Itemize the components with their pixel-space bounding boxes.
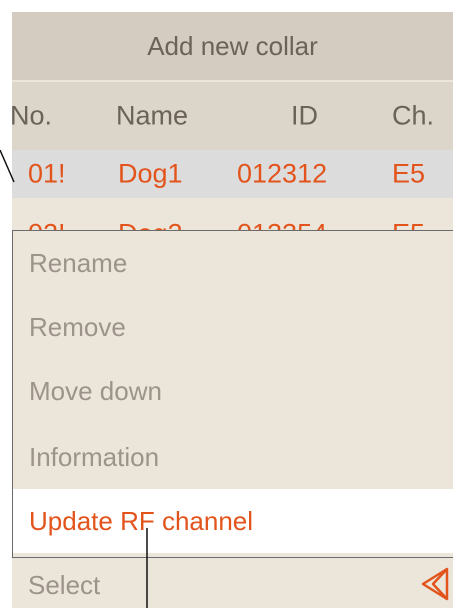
menu-item-information[interactable]: Information: [13, 425, 453, 489]
cell-id: 012312: [237, 158, 328, 189]
table-header: No. Name ID Ch.: [12, 82, 453, 150]
menu-item-rename[interactable]: Rename: [13, 231, 453, 295]
column-header-name: Name: [116, 100, 189, 131]
context-menu: Rename Remove Move down Information Upda…: [12, 230, 453, 558]
page-title-bar: Add new collar: [12, 12, 453, 80]
column-header-id: ID: [291, 100, 318, 131]
softkey-bar: Select: [12, 558, 453, 608]
double-chevron-left-icon[interactable]: [417, 566, 451, 602]
column-header-ch: Ch.: [392, 100, 435, 131]
cell-ch: E5: [392, 158, 426, 189]
page-title: Add new collar: [147, 30, 318, 61]
column-header-no: No.: [12, 100, 53, 131]
table-row[interactable]: 01! Dog1 012312 E5: [12, 150, 453, 198]
menu-item-remove[interactable]: Remove: [13, 295, 453, 359]
menu-item-move-down[interactable]: Move down: [13, 359, 453, 423]
select-softkey[interactable]: Select: [28, 570, 100, 601]
cell-name: Dog1: [118, 158, 183, 189]
cell-no: 01!: [28, 158, 66, 189]
device-screen: Add new collar No. Name ID Ch. 01! Dog1 …: [12, 12, 453, 608]
menu-item-update-rf-channel[interactable]: Update RF channel: [13, 489, 453, 553]
table-row[interactable]: 02! Dog2 012354 E5: [12, 200, 453, 249]
